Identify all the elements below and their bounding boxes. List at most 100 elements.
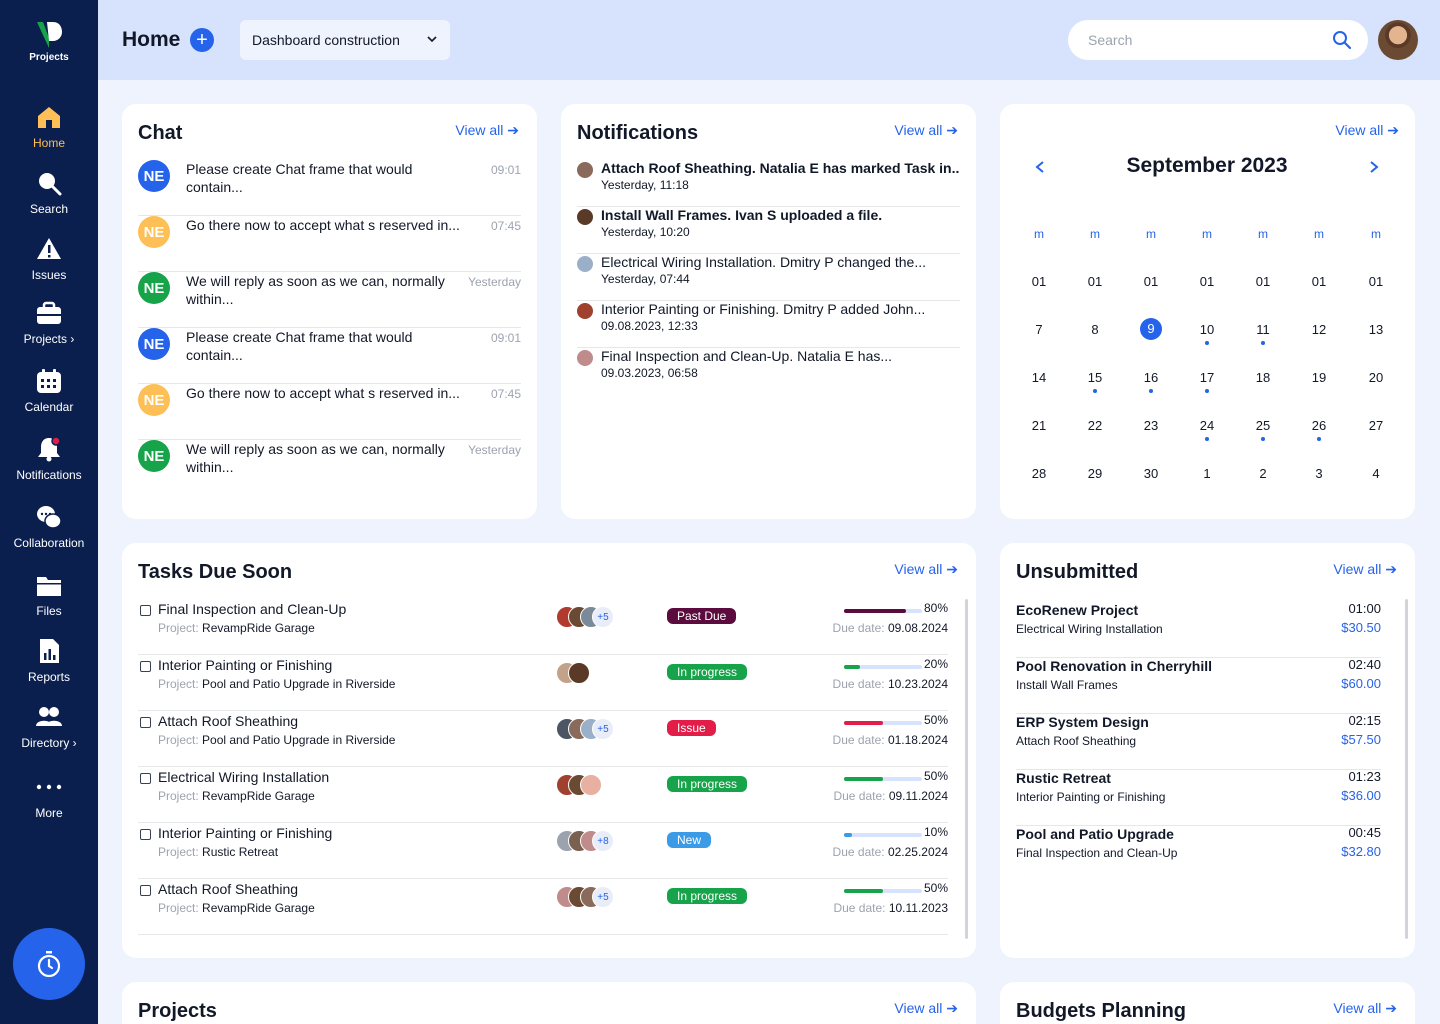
budgets-view-all[interactable]: View all ➔	[1333, 1000, 1397, 1017]
calendar-day[interactable]: 19	[1299, 370, 1339, 385]
calendar-day[interactable]: 29	[1075, 466, 1115, 481]
chat-item[interactable]: NE Go there now to accept what s reserved…	[138, 216, 521, 272]
calendar-day[interactable]: 01	[1243, 274, 1283, 289]
tasks-view-all[interactable]: View all ➔	[894, 561, 958, 578]
task-row[interactable]: Attach Roof Sheathing Project: RevampRide…	[138, 879, 948, 935]
unsubmitted-card: Unsubmitted View all ➔ EcoRenew Project E…	[1000, 543, 1415, 958]
task-row[interactable]: Interior Painting or Finishing Project: P…	[138, 655, 948, 711]
nav-projects[interactable]: Projects ›	[0, 300, 98, 346]
notification-item[interactable]: Electrical Wiring Installation. Dmitry P…	[577, 254, 960, 301]
calendar-day[interactable]: 21	[1019, 418, 1059, 433]
task-checkbox[interactable]	[140, 829, 151, 840]
calendar-day[interactable]: 26	[1299, 418, 1339, 433]
unsubmitted-item[interactable]: Rustic Retreat Interior Painting or Finis…	[1016, 769, 1381, 826]
calendar-day[interactable]: 4	[1356, 466, 1396, 481]
calendar-day[interactable]: 13	[1356, 322, 1396, 337]
app-logo[interactable]: Projects	[0, 20, 98, 63]
task-checkbox[interactable]	[140, 773, 151, 784]
search-input[interactable]: Search	[1068, 20, 1368, 60]
chat-item[interactable]: NE Go there now to accept what s reserved…	[138, 384, 521, 440]
task-row[interactable]: Interior Painting or Finishing Project: R…	[138, 823, 948, 879]
calendar-day[interactable]: 20	[1356, 370, 1396, 385]
calendar-view-all[interactable]: View all ➔	[1335, 122, 1399, 139]
unsubmitted-item[interactable]: EcoRenew Project Electrical Wiring Instal…	[1016, 601, 1381, 658]
projects-card: Projects View all ➔	[122, 982, 976, 1024]
nav-files[interactable]: Files	[0, 572, 98, 618]
chat-item[interactable]: NE Please create Chat frame that would co…	[138, 160, 521, 216]
calendar-day[interactable]: 11	[1243, 322, 1283, 337]
calendar-day[interactable]: 24	[1187, 418, 1227, 433]
chat-view-all[interactable]: View all ➔	[455, 122, 519, 139]
project-label: Project:	[158, 677, 199, 691]
projects-view-all[interactable]: View all ➔	[894, 1000, 958, 1017]
nav-calendar[interactable]: Calendar	[0, 368, 98, 414]
nav-home[interactable]: Home	[0, 104, 98, 150]
calendar-day[interactable]: 27	[1356, 418, 1396, 433]
calendar-day[interactable]: 2	[1243, 466, 1283, 481]
task-checkbox[interactable]	[140, 885, 151, 896]
notification-item[interactable]: Interior Painting or Finishing. Dmitry P…	[577, 301, 960, 348]
nav-issues[interactable]: Issues	[0, 236, 98, 282]
calendar-day[interactable]: 22	[1075, 418, 1115, 433]
tasks-scrollbar[interactable]	[965, 599, 968, 939]
calendar-day[interactable]: 12	[1299, 322, 1339, 337]
unsubmitted-view-all[interactable]: View all ➔	[1333, 561, 1397, 578]
add-button[interactable]: +	[190, 28, 214, 52]
task-row[interactable]: Attach Roof Sheathing Project: Pool and P…	[138, 711, 948, 767]
search-icon[interactable]	[1332, 30, 1352, 50]
calendar-day[interactable]: 23	[1131, 418, 1171, 433]
calendar-day[interactable]: 16	[1131, 370, 1171, 385]
weekday-header: m	[1258, 227, 1268, 241]
unsubmitted-scrollbar[interactable]	[1405, 599, 1408, 939]
calendar-day[interactable]: 10	[1187, 322, 1227, 337]
calendar-day[interactable]: 7	[1019, 322, 1059, 337]
notification-item[interactable]: Final Inspection and Clean-Up. Natalia E…	[577, 348, 960, 395]
calendar-day[interactable]: 01	[1131, 274, 1171, 289]
chat-item[interactable]: NE We will reply as soon as we can, norma…	[138, 272, 521, 328]
dashboard-select[interactable]: Dashboard construction	[240, 20, 450, 60]
calendar-day[interactable]: 14	[1019, 370, 1059, 385]
user-avatar[interactable]	[1378, 20, 1418, 60]
calendar-day[interactable]: 1	[1187, 466, 1227, 481]
nav-more[interactable]: More	[0, 774, 98, 820]
notification-item[interactable]: Attach Roof Sheathing. Natalia E has mar…	[577, 160, 960, 207]
calendar-day[interactable]: 01	[1299, 274, 1339, 289]
nav-collaboration[interactable]: Collaboration	[0, 504, 98, 550]
calendar-day-selected[interactable]: 9	[1131, 318, 1171, 340]
task-row[interactable]: Final Inspection and Clean-Up Project: Re…	[138, 599, 948, 655]
task-checkbox[interactable]	[140, 605, 151, 616]
calendar-day[interactable]: 17	[1187, 370, 1227, 385]
calendar-day[interactable]: 30	[1131, 466, 1171, 481]
nav-search[interactable]: Search	[0, 170, 98, 216]
chevron-right-icon[interactable]	[1368, 160, 1380, 174]
calendar-day[interactable]: 15	[1075, 370, 1115, 385]
event-dot	[1093, 389, 1097, 393]
unsubmitted-item[interactable]: Pool and Patio Upgrade Final Inspection a…	[1016, 825, 1381, 882]
calendar-icon	[37, 369, 61, 393]
calendar-day[interactable]: 18	[1243, 370, 1283, 385]
chat-item[interactable]: NE We will reply as soon as we can, norma…	[138, 440, 521, 496]
task-row[interactable]: Electrical Wiring Installation Project: R…	[138, 767, 948, 823]
calendar-day[interactable]: 25	[1243, 418, 1283, 433]
calendar-day[interactable]: 01	[1075, 274, 1115, 289]
calendar-day[interactable]: 01	[1019, 274, 1059, 289]
task-checkbox[interactable]	[140, 717, 151, 728]
chat-item[interactable]: NE Please create Chat frame that would co…	[138, 328, 521, 384]
notification-item[interactable]: Install Wall Frames. Ivan S uploaded a f…	[577, 207, 960, 254]
nav-directory[interactable]: Directory ›	[0, 704, 98, 750]
task-checkbox[interactable]	[140, 661, 151, 672]
calendar-day[interactable]: 01	[1356, 274, 1396, 289]
calendar-day[interactable]: 8	[1075, 322, 1115, 337]
calendar-day[interactable]: 28	[1019, 466, 1059, 481]
chevron-left-icon[interactable]	[1034, 160, 1046, 174]
calendar-day[interactable]: 3	[1299, 466, 1339, 481]
arrow-right-icon: ➔	[946, 561, 958, 577]
calendar-day[interactable]: 01	[1187, 274, 1227, 289]
timer-button[interactable]	[13, 928, 85, 1000]
nav-reports[interactable]: Reports	[0, 638, 98, 684]
unsubmitted-item[interactable]: ERP System Design Attach Roof Sheathing 02…	[1016, 713, 1381, 770]
nav-notifications[interactable]: Notifications	[0, 436, 98, 482]
unsubmitted-item[interactable]: Pool Renovation in Cherryhill Install Wal…	[1016, 657, 1381, 714]
avatar: NE	[138, 328, 170, 360]
notifications-view-all[interactable]: View all ➔	[894, 122, 958, 139]
